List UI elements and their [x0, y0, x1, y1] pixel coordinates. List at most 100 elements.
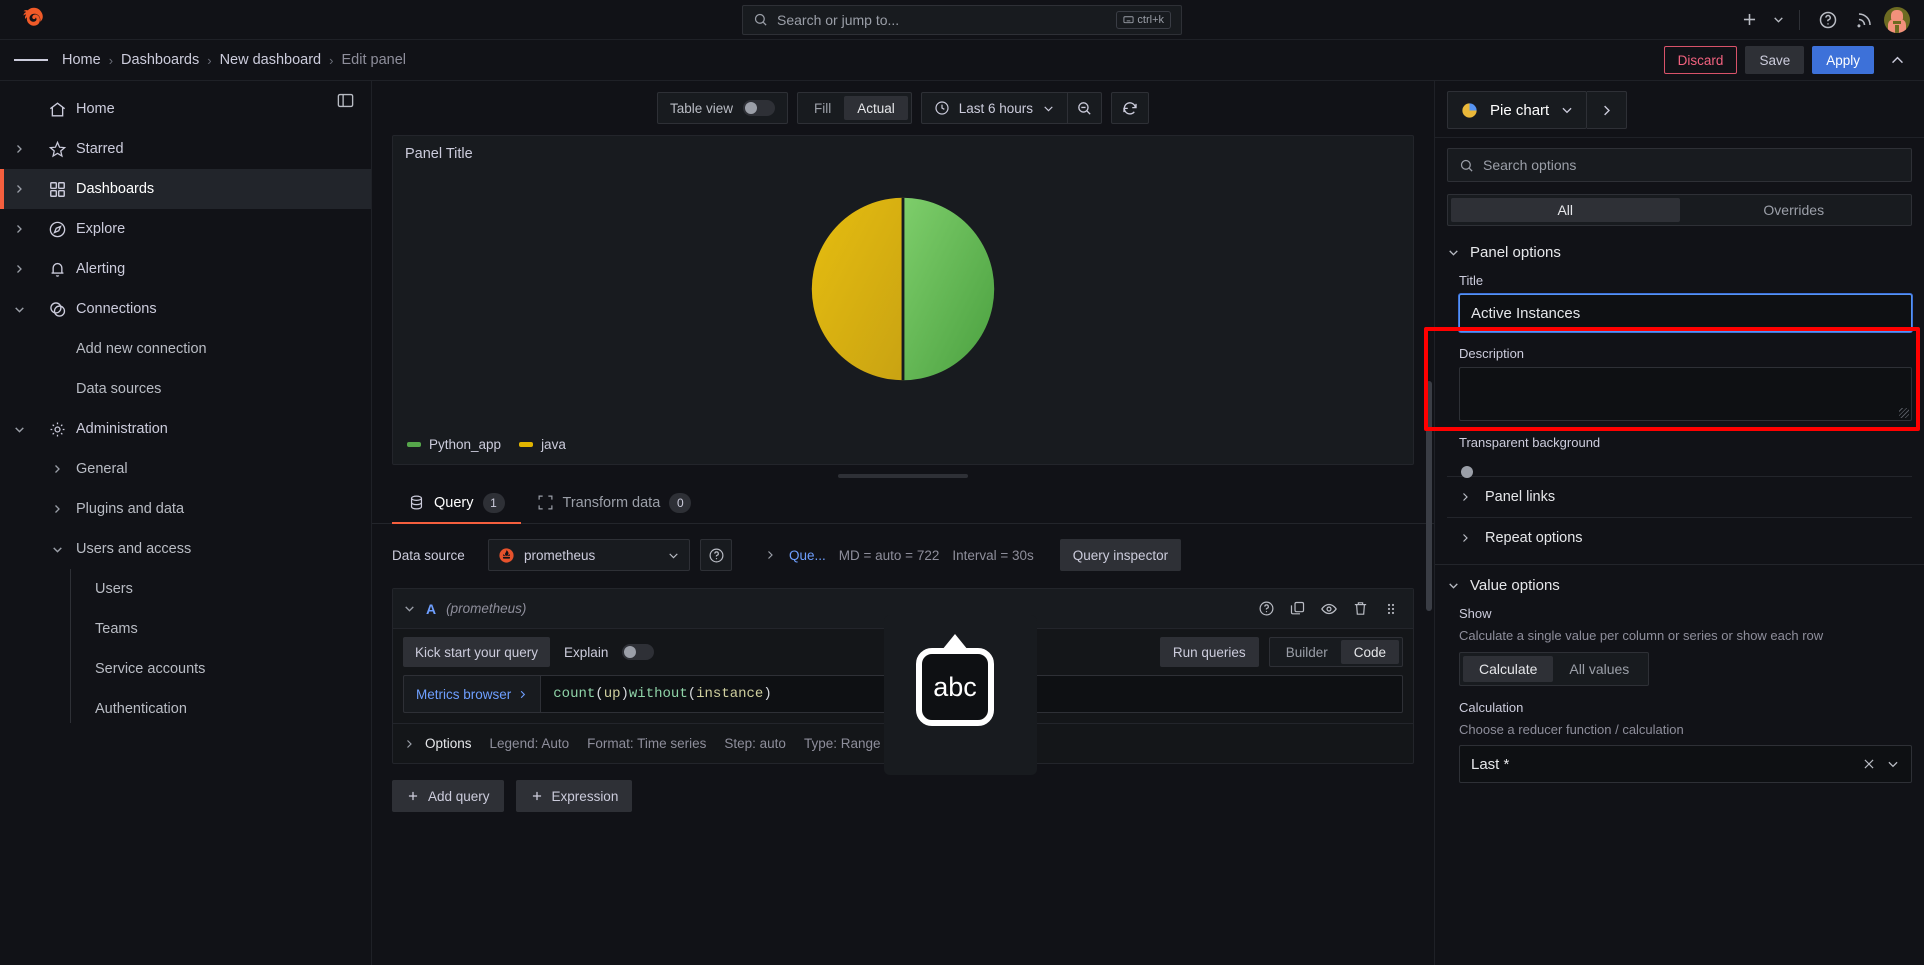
time-range-button[interactable]: Last 6 hours: [922, 93, 1067, 123]
table-view-toggle-group[interactable]: Table view: [657, 92, 788, 124]
expand-explore-button[interactable]: [0, 223, 38, 235]
chevron-down-icon[interactable]: [403, 602, 416, 615]
sidebar-item-explore[interactable]: Explore: [0, 209, 371, 249]
query-options-row[interactable]: Que... MD = auto = 722 Interval = 30s: [764, 548, 1034, 563]
add-new-button[interactable]: [1733, 5, 1765, 35]
discard-button[interactable]: Discard: [1664, 46, 1738, 74]
tab-all[interactable]: All: [1451, 198, 1680, 222]
breadcrumb-item-edit-panel: Edit panel: [341, 52, 406, 68]
query-inspector-button[interactable]: Query inspector: [1060, 539, 1181, 571]
chevron-right-icon: [51, 503, 63, 515]
breadcrumb-item-home[interactable]: Home: [62, 52, 101, 68]
panel-description-input[interactable]: [1459, 367, 1912, 421]
repeat-options-section[interactable]: Repeat options: [1447, 517, 1912, 558]
sidebar-item-connections[interactable]: Connections: [0, 289, 371, 329]
close-icon[interactable]: [1862, 757, 1876, 771]
calculate-option[interactable]: Calculate: [1463, 656, 1553, 682]
tab-query[interactable]: Query 1: [392, 482, 521, 523]
toggle-options-pane-button[interactable]: [1587, 91, 1627, 129]
pie-slice-java[interactable]: [812, 198, 903, 380]
chevron-right-icon: [403, 738, 415, 750]
collapse-users-access-button[interactable]: [38, 543, 76, 556]
table-view-toggle[interactable]: [743, 100, 775, 116]
apply-button[interactable]: Apply: [1812, 46, 1874, 74]
avatar[interactable]: [1884, 7, 1910, 33]
sidebar-item-general[interactable]: General: [0, 449, 371, 489]
legend-item-java[interactable]: java: [519, 437, 566, 452]
chevron-down-icon[interactable]: [1886, 757, 1900, 771]
refresh-dashboard-button[interactable]: [1111, 92, 1149, 124]
legend-item-python-app[interactable]: Python_app: [407, 437, 501, 452]
sidebar-item-authentication[interactable]: Authentication: [0, 689, 371, 729]
resize-grip-icon[interactable]: [1899, 408, 1909, 418]
run-queries-button[interactable]: Run queries: [1160, 637, 1259, 667]
legend-label: java: [541, 437, 566, 452]
actual-option[interactable]: Actual: [844, 96, 908, 120]
breadcrumb-item-dashboards[interactable]: Dashboards: [121, 52, 199, 68]
collapse-header-button[interactable]: [1882, 46, 1912, 74]
search-options-input[interactable]: Search options: [1447, 148, 1912, 182]
sidebar-item-service-accounts[interactable]: Service accounts: [0, 649, 371, 689]
pie-slice-python-app[interactable]: [903, 198, 994, 380]
sidebar-item-users-and-access[interactable]: Users and access: [0, 529, 371, 569]
sidebar-item-teams[interactable]: Teams: [0, 609, 371, 649]
tab-overrides[interactable]: Overrides: [1680, 198, 1909, 222]
toggle-query-visibility-button[interactable]: [1320, 600, 1338, 618]
sidebar-item-data-sources[interactable]: Data sources: [0, 369, 371, 409]
save-button[interactable]: Save: [1745, 46, 1804, 74]
calculation-select[interactable]: Last *: [1459, 745, 1912, 783]
tab-transform-data[interactable]: Transform data 0: [521, 482, 708, 523]
legend-swatch: [407, 442, 421, 447]
sidebar-item-home[interactable]: Home: [0, 89, 371, 129]
sidebar-item-dashboards[interactable]: Dashboards: [0, 169, 371, 209]
help-button[interactable]: [1812, 5, 1844, 35]
zoom-out-time-range-button[interactable]: [1067, 93, 1101, 123]
expand-dashboards-button[interactable]: [0, 183, 38, 195]
sidebar-item-plugins-and-data[interactable]: Plugins and data: [0, 489, 371, 529]
collapse-connections-button[interactable]: [0, 303, 38, 316]
drag-query-handle[interactable]: [1383, 601, 1399, 617]
add-new-dropdown[interactable]: [1769, 5, 1787, 35]
panel-links-section[interactable]: Panel links: [1447, 476, 1912, 517]
sidebar-item-administration[interactable]: Administration: [0, 409, 371, 449]
panel-title[interactable]: Panel Title: [405, 146, 1401, 162]
expand-starred-button[interactable]: [0, 143, 38, 155]
panel-title-input[interactable]: Active Instances: [1459, 294, 1912, 332]
pie-chart-svg: [808, 194, 998, 384]
all-values-option[interactable]: All values: [1553, 656, 1645, 682]
visualization-picker-button[interactable]: Pie chart: [1447, 91, 1587, 129]
grafana-logo-icon: [20, 6, 48, 34]
remove-query-button[interactable]: [1352, 600, 1369, 617]
explain-toggle[interactable]: [622, 644, 654, 660]
value-options-section-header[interactable]: Value options: [1435, 565, 1924, 602]
panel-options-section-header[interactable]: Panel options: [1435, 232, 1924, 269]
fill-option[interactable]: Fill: [801, 96, 844, 120]
center-scrollbar[interactable]: [1426, 381, 1432, 611]
grafana-logo-wrap[interactable]: [0, 6, 68, 34]
expand-plugins-button[interactable]: [38, 503, 76, 515]
builder-option[interactable]: Builder: [1273, 640, 1341, 664]
add-expression-button[interactable]: Expression: [516, 780, 633, 812]
pie-chart[interactable]: [393, 170, 1413, 408]
breadcrumb-item-new-dashboard[interactable]: New dashboard: [220, 52, 322, 68]
sidebar-item-starred[interactable]: Starred: [0, 129, 371, 169]
news-button[interactable]: [1848, 5, 1880, 35]
expand-alerting-button[interactable]: [0, 263, 38, 275]
duplicate-query-button[interactable]: [1289, 600, 1306, 617]
datasource-help-button[interactable]: [700, 539, 732, 571]
query-help-button[interactable]: [1258, 600, 1275, 617]
datasource-select[interactable]: prometheus: [488, 539, 690, 571]
sidebar-item-add-new-connection[interactable]: Add new connection: [0, 329, 371, 369]
query-ref-id[interactable]: A: [426, 601, 436, 617]
kick-start-query-button[interactable]: Kick start your query: [403, 637, 550, 667]
menu-toggle-button[interactable]: [14, 45, 48, 75]
collapse-administration-button[interactable]: [0, 423, 38, 436]
global-search-input[interactable]: Search or jump to... ctrl+k: [742, 5, 1182, 35]
code-option[interactable]: Code: [1341, 640, 1399, 664]
sidebar-item-users[interactable]: Users: [0, 569, 371, 609]
panel-resize-handle[interactable]: [838, 474, 968, 478]
sidebar-item-alerting[interactable]: Alerting: [0, 249, 371, 289]
expand-general-button[interactable]: [38, 463, 76, 475]
metrics-browser-button[interactable]: Metrics browser: [403, 675, 540, 713]
add-query-button[interactable]: Add query: [392, 780, 504, 812]
